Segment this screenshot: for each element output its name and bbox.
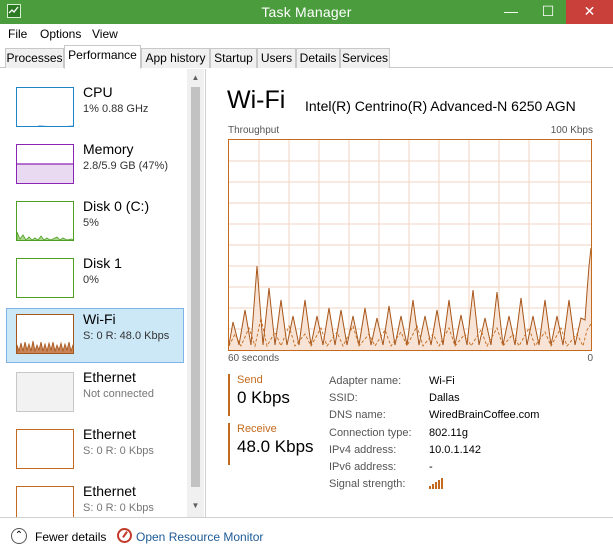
- tab-performance[interactable]: Performance: [64, 45, 141, 69]
- prop-key: SSID:: [329, 392, 358, 404]
- tab-strip: Processes Performance App history Startu…: [0, 44, 613, 69]
- send-label: Send: [237, 374, 263, 386]
- time-axis-start: 60 seconds: [228, 353, 280, 364]
- adapter-model: Intel(R) Centrino(R) Advanced-N 6250 AGN: [305, 98, 576, 114]
- time-axis-end: 0: [587, 353, 593, 364]
- resource-disk-0[interactable]: Disk 0 (C:) 5%: [6, 195, 184, 250]
- wifi-thumbnail: [16, 314, 74, 354]
- scroll-down-icon[interactable]: ▼: [187, 499, 204, 513]
- disk-1-thumbnail: [16, 258, 74, 298]
- resource-sub: S: 0 R: 0 Kbps: [83, 502, 154, 514]
- tab-app-history[interactable]: App history: [141, 48, 210, 68]
- resource-name: Wi-Fi: [83, 311, 116, 327]
- send-stat: Send 0 Kbps: [228, 374, 320, 416]
- detail-pane: Wi-Fi Intel(R) Centrino(R) Advanced-N 62…: [207, 69, 613, 517]
- resource-sub: 1% 0.88 GHz: [83, 103, 149, 115]
- resource-name: Disk 1: [83, 255, 122, 271]
- resource-list: CPU 1% 0.88 GHz Memory 2.8/5.9 GB (47%) …: [0, 69, 206, 526]
- receive-value: 48.0 Kbps: [237, 437, 314, 456]
- resource-memory[interactable]: Memory 2.8/5.9 GB (47%): [6, 138, 184, 193]
- tab-processes[interactable]: Processes: [5, 48, 64, 68]
- ethernet-1-thumbnail: [16, 372, 74, 412]
- menu-bar: File Options View: [0, 24, 613, 44]
- disk-0-thumbnail: [16, 201, 74, 241]
- scrollbar-thumb[interactable]: [191, 87, 200, 487]
- tab-details[interactable]: Details: [296, 48, 340, 68]
- title-bar: Task Manager — ☐ ✕: [0, 0, 613, 24]
- resource-sub: 5%: [83, 217, 99, 229]
- signal-strength-icon: [429, 477, 445, 492]
- prop-value: Dallas: [429, 392, 460, 404]
- resource-list-scrollbar[interactable]: ▲ ▼: [187, 69, 204, 517]
- memory-thumbnail: [16, 144, 74, 184]
- resource-cpu[interactable]: CPU 1% 0.88 GHz: [6, 81, 184, 136]
- resource-name: Ethernet: [83, 483, 136, 499]
- receive-label: Receive: [237, 423, 277, 435]
- prop-key: Adapter name:: [329, 375, 402, 387]
- send-value: 0 Kbps: [237, 388, 290, 407]
- resource-sub: 2.8/5.9 GB (47%): [83, 160, 168, 172]
- menu-options[interactable]: Options: [40, 27, 81, 41]
- chevron-up-icon[interactable]: ⌃: [11, 528, 27, 544]
- prop-key: Signal strength:: [329, 478, 406, 490]
- prop-value: WiredBrainCoffee.com: [429, 409, 540, 421]
- resource-name: CPU: [83, 84, 113, 100]
- menu-file[interactable]: File: [8, 27, 27, 41]
- resource-disk-1[interactable]: Disk 1 0%: [6, 252, 184, 307]
- resource-name: Disk 0 (C:): [83, 198, 150, 214]
- open-resource-monitor-link[interactable]: Open Resource Monitor: [136, 530, 263, 544]
- prop-key: IPv6 address:: [329, 461, 397, 473]
- prop-key: Connection type:: [329, 427, 412, 439]
- detail-title: Wi-Fi: [227, 86, 286, 114]
- minimize-button[interactable]: —: [493, 0, 529, 24]
- resource-sub: S: 0 R: 48.0 Kbps: [83, 330, 170, 342]
- prop-value: 10.0.1.142: [429, 444, 481, 456]
- throughput-label: Throughput: [228, 125, 280, 136]
- bottom-bar: ⌃ Fewer details Open Resource Monitor: [0, 517, 613, 560]
- menu-view[interactable]: View: [92, 27, 118, 41]
- prop-value: 802.11g: [429, 427, 468, 439]
- resource-name: Ethernet: [83, 426, 136, 442]
- resource-sub: 0%: [83, 274, 99, 286]
- resource-wifi[interactable]: Wi-Fi S: 0 R: 48.0 Kbps: [6, 308, 184, 363]
- maximize-button[interactable]: ☐: [530, 0, 566, 24]
- tab-startup[interactable]: Startup: [210, 48, 257, 68]
- resource-sub: Not connected: [83, 388, 154, 400]
- prop-key: DNS name:: [329, 409, 386, 421]
- resource-name: Memory: [83, 141, 134, 157]
- scroll-up-icon[interactable]: ▲: [187, 71, 204, 85]
- prop-value: Wi-Fi: [429, 375, 455, 387]
- ethernet-2-thumbnail: [16, 429, 74, 469]
- throughput-graph: [228, 139, 592, 351]
- fewer-details-link[interactable]: Fewer details: [35, 530, 106, 544]
- prop-key: IPv4 address:: [329, 444, 397, 456]
- cpu-thumbnail: [16, 87, 74, 127]
- resource-monitor-icon[interactable]: [117, 528, 132, 543]
- resource-name: Ethernet: [83, 369, 136, 385]
- resource-sub: S: 0 R: 0 Kbps: [83, 445, 154, 457]
- tab-services[interactable]: Services: [340, 48, 390, 68]
- close-button[interactable]: ✕: [566, 0, 613, 24]
- receive-stat: Receive 48.0 Kbps: [228, 423, 320, 465]
- tab-users[interactable]: Users: [257, 48, 296, 68]
- throughput-max-label: 100 Kbps: [550, 125, 593, 136]
- resource-ethernet-1[interactable]: Ethernet Not connected: [6, 366, 184, 421]
- resource-ethernet-2[interactable]: Ethernet S: 0 R: 0 Kbps: [6, 423, 184, 478]
- prop-value: -: [429, 461, 433, 473]
